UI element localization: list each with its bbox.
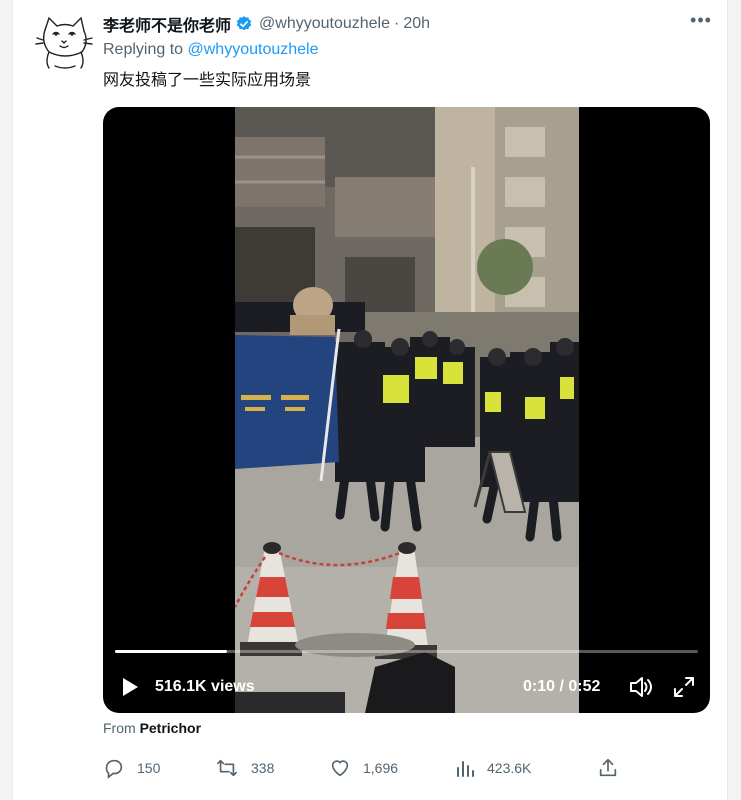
reply-handle-link[interactable]: @whyyoutouzhele bbox=[188, 41, 319, 58]
video-views: 516.1K views bbox=[155, 678, 255, 695]
share-button[interactable] bbox=[597, 755, 631, 781]
tweet-card: 李老师不是你老师 @whyyoutouzhele · 20h ••• Reply… bbox=[12, 0, 728, 800]
retweet-button[interactable]: 338 bbox=[215, 755, 274, 781]
timestamp[interactable]: 20h bbox=[403, 15, 430, 33]
volume-icon[interactable] bbox=[629, 676, 653, 698]
avatar[interactable] bbox=[35, 12, 95, 72]
play-icon[interactable] bbox=[121, 677, 139, 697]
action-bar: 150 338 1,696 423.6K bbox=[103, 755, 643, 781]
video-progress-bar[interactable] bbox=[115, 650, 698, 653]
views-icon bbox=[457, 761, 474, 777]
reply-prefix: Replying to bbox=[103, 41, 184, 58]
source-prefix: From bbox=[103, 720, 136, 736]
tweet-header: 李老师不是你老师 @whyyoutouzhele · 20h bbox=[103, 12, 711, 36]
like-count: 1,696 bbox=[363, 760, 399, 776]
video-time: 0:10 / 0:52 bbox=[523, 678, 601, 695]
video-player[interactable]: 516.1K views 0:10 / 0:52 bbox=[103, 107, 710, 713]
video-frame bbox=[235, 107, 579, 713]
like-icon bbox=[331, 760, 349, 777]
reply-context: Replying to @whyyoutouzhele bbox=[103, 41, 318, 59]
retweet-icon bbox=[217, 759, 237, 777]
views-button[interactable]: 423.6K bbox=[455, 755, 531, 781]
video-progress-fill bbox=[115, 650, 227, 653]
reply-icon bbox=[105, 759, 123, 779]
like-button[interactable]: 1,696 bbox=[329, 755, 398, 781]
fullscreen-icon[interactable] bbox=[673, 676, 695, 698]
author-handle[interactable]: @whyyoutouzhele bbox=[259, 15, 390, 33]
video-source: From Petrichor bbox=[103, 720, 201, 736]
views-count: 423.6K bbox=[487, 760, 532, 776]
reply-button[interactable]: 150 bbox=[103, 755, 160, 781]
verified-badge-icon bbox=[236, 16, 252, 31]
share-icon bbox=[599, 758, 617, 777]
retweet-count: 338 bbox=[251, 760, 275, 776]
source-name[interactable]: Petrichor bbox=[140, 720, 201, 736]
separator-dot: · bbox=[394, 15, 400, 32]
reply-count: 150 bbox=[137, 760, 161, 776]
tweet-text: 网友投稿了一些实际应用场景 bbox=[103, 72, 312, 89]
more-icon[interactable]: ••• bbox=[689, 11, 713, 33]
author-name[interactable]: 李老师不是你老师 bbox=[103, 12, 231, 36]
